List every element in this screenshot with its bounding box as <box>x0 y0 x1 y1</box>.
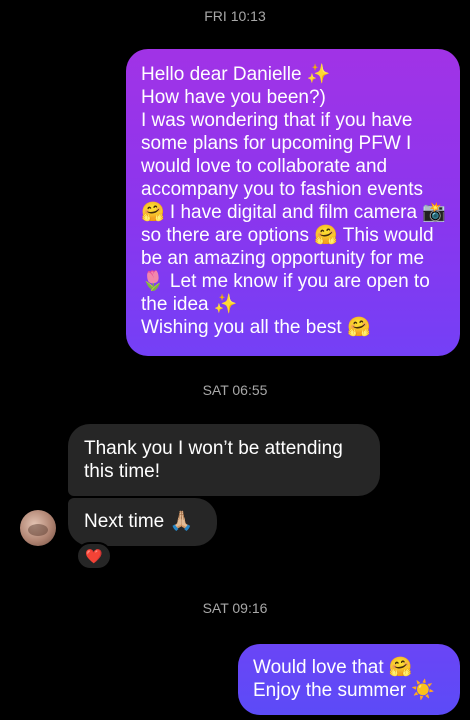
sent-message-bubble-reply[interactable]: Would love that 🤗 Enjoy the summer ☀️ <box>238 644 460 715</box>
received-message-bubble[interactable]: Thank you I won’t be attending this time… <box>68 424 380 496</box>
timestamp-fri: FRI 10:13 <box>204 8 266 24</box>
sent-message-bubble[interactable]: Hello dear Danielle ✨ How have you been?… <box>126 49 460 356</box>
heart-reaction-icon[interactable]: ❤️ <box>76 542 112 570</box>
contact-avatar[interactable] <box>20 510 56 546</box>
timestamp-sat-late: SAT 09:16 <box>202 600 268 616</box>
timestamp-sat-morning: SAT 06:55 <box>202 382 268 398</box>
received-message-bubble-second[interactable]: Next time 🙏🏼 <box>68 498 217 546</box>
